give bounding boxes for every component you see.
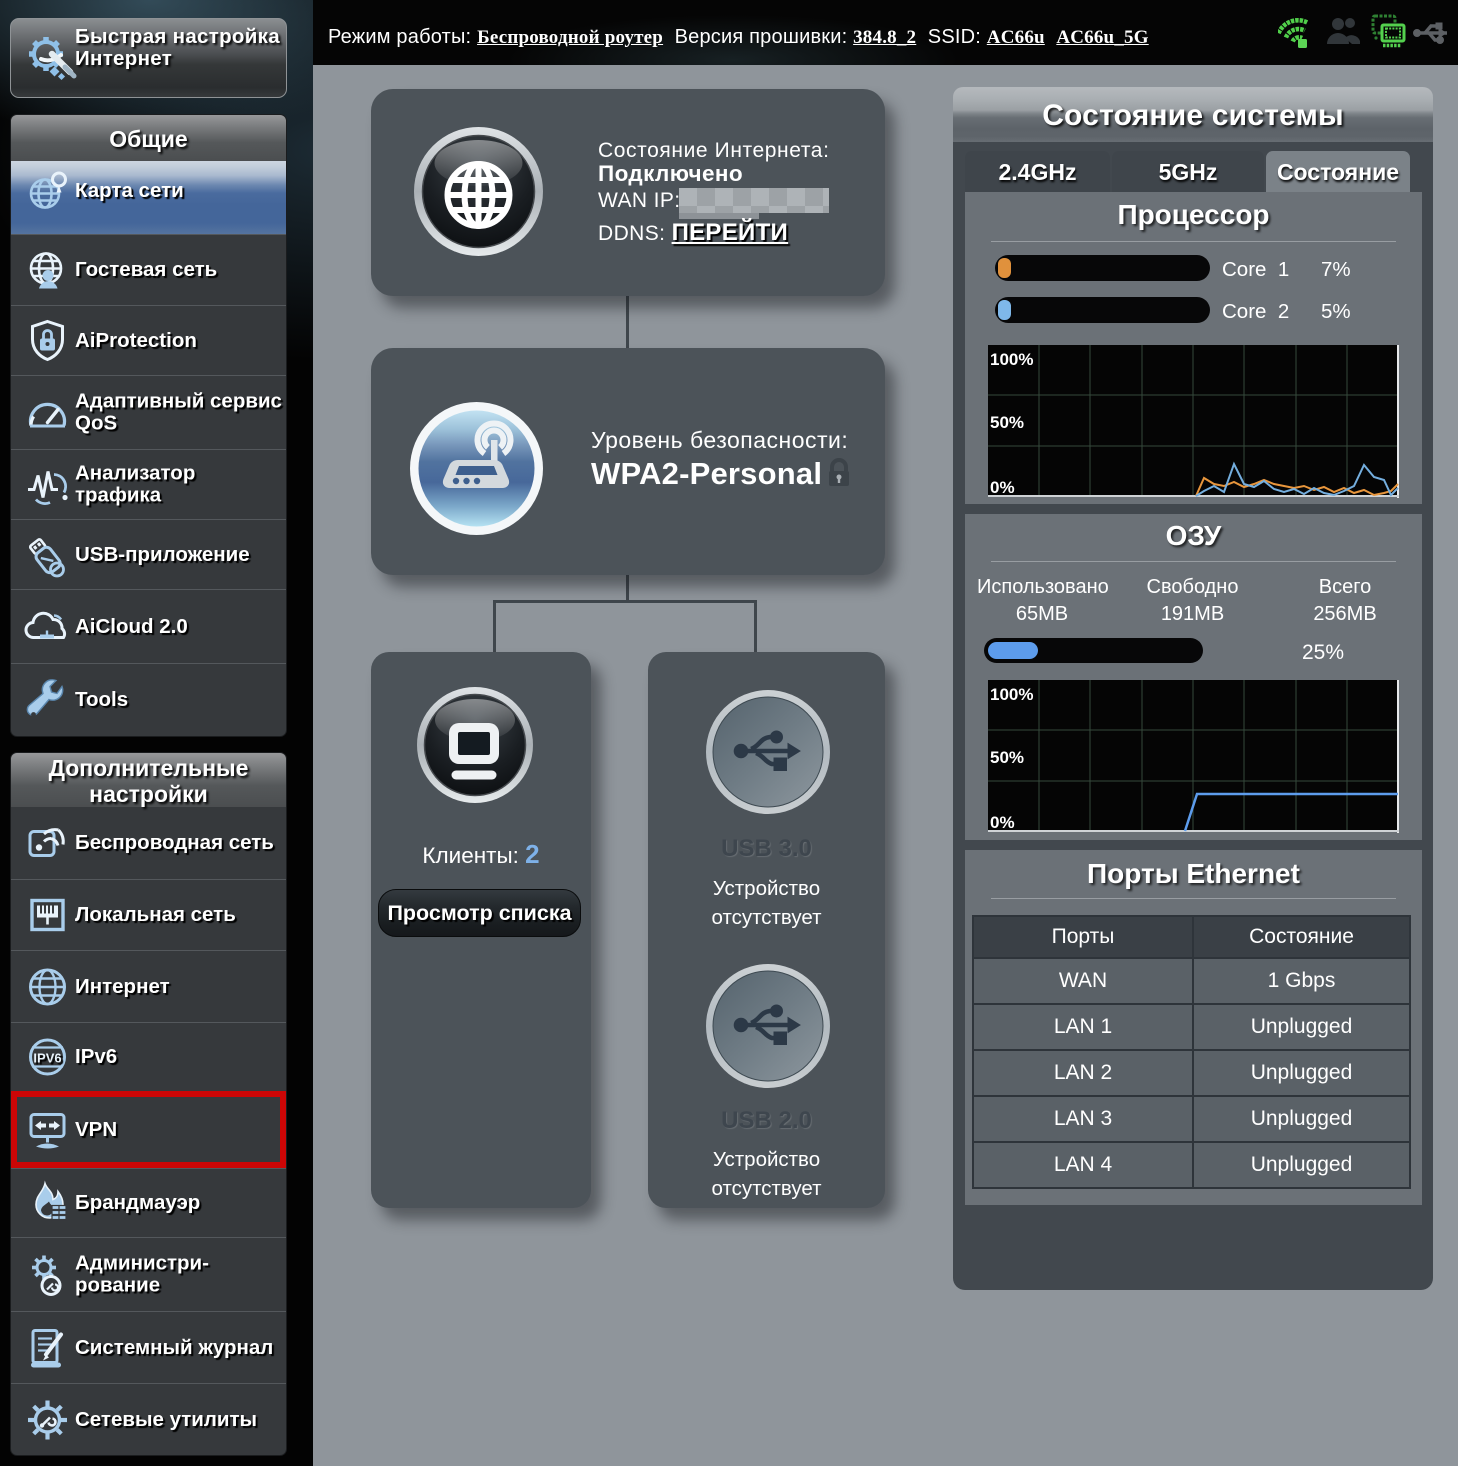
svg-text:50%: 50% xyxy=(990,748,1024,767)
svg-text:50%: 50% xyxy=(990,413,1024,432)
svg-text:100%: 100% xyxy=(990,350,1033,369)
svg-text:IPV6: IPV6 xyxy=(33,1051,61,1066)
svg-text:0%: 0% xyxy=(990,478,1015,497)
svg-text:0%: 0% xyxy=(990,813,1015,832)
svg-text:100%: 100% xyxy=(990,685,1033,704)
